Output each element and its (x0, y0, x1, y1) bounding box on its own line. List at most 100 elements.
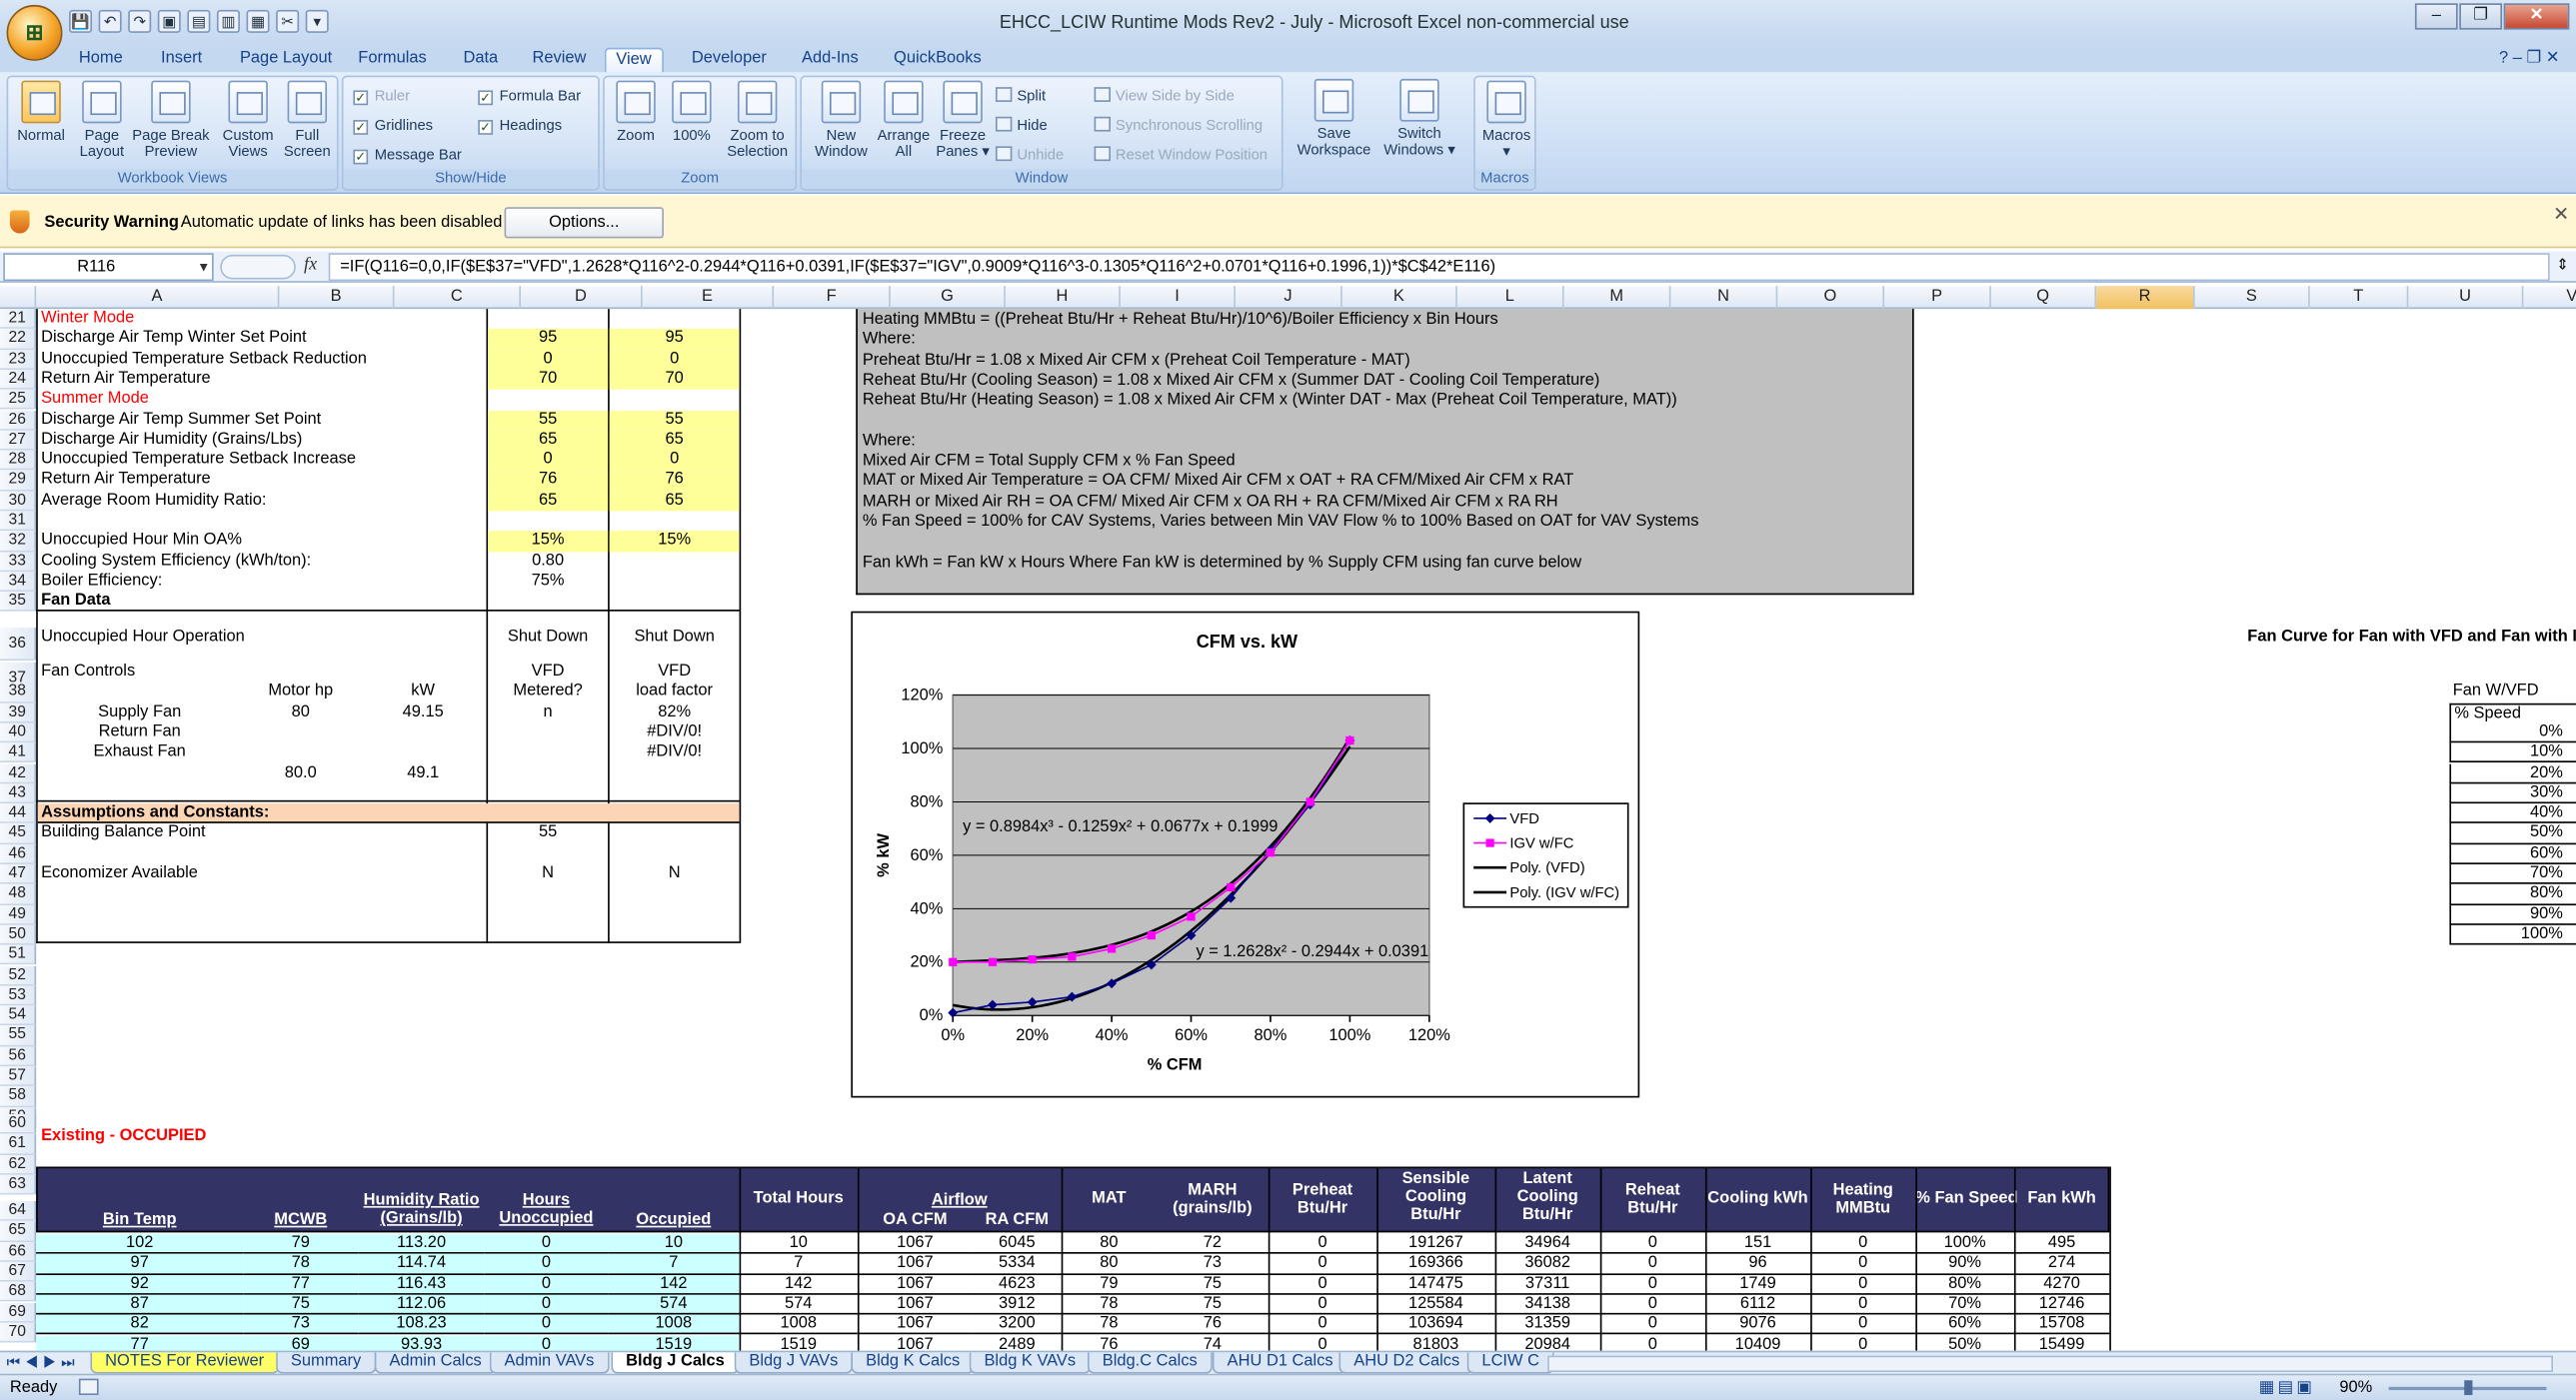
table-cell[interactable]: 7 (608, 1254, 740, 1275)
table-cell[interactable]: 73 (243, 1314, 359, 1336)
table-cell[interactable]: 574 (608, 1294, 740, 1315)
row-header-63[interactable]: 63 (0, 1174, 37, 1195)
table-cell[interactable]: 4623 (972, 1274, 1062, 1295)
cell-e22[interactable]: 95 (609, 329, 740, 350)
qat-icon-8[interactable]: ▾ (305, 9, 329, 33)
office-button[interactable]: ⊞ (6, 4, 63, 61)
table-cell[interactable]: 70% (1915, 1295, 2014, 1315)
cell-d34[interactable]: 75% (488, 572, 608, 592)
column-header-f[interactable]: F (774, 286, 891, 310)
cell-a22[interactable]: Discharge Air Temp Winter Set Point (38, 329, 310, 349)
table-cell[interactable]: 574 (739, 1295, 858, 1315)
table-cell[interactable]: 0 (1268, 1315, 1377, 1336)
cell-e24[interactable]: 70 (609, 369, 740, 391)
cell-b38[interactable]: Motor hp (243, 683, 358, 702)
row-header-31[interactable]: 31 (0, 511, 37, 532)
row-header-46[interactable]: 46 (0, 843, 37, 864)
row-header-28[interactable]: 28 (0, 450, 37, 471)
tab-quickbooks[interactable]: QuickBooks (884, 48, 991, 73)
table-cell[interactable]: 10 (608, 1233, 740, 1255)
cell-a34[interactable]: Boiler Efficiency: (38, 572, 166, 592)
table-cell[interactable]: 76 (1157, 1315, 1269, 1336)
cfm-vs-kw-chart[interactable]: 0% 20% 40% 60% 80% 100% 120% 0% 20% 40% 60% 80% 100%… (851, 611, 1640, 1098)
row-header-36[interactable]: 36 (0, 628, 37, 662)
table-cell[interactable]: 10 (739, 1234, 858, 1255)
qat-icon-6[interactable]: ▦ (246, 9, 270, 33)
row-header-64[interactable]: 64 (0, 1201, 37, 1222)
fan-curve-value[interactable]: 60% (2449, 843, 2576, 864)
table-cell[interactable]: 78 (1061, 1315, 1158, 1336)
table-cell[interactable]: 0 (1810, 1234, 1916, 1255)
cell-a23[interactable]: Unoccupied Temperature Setback Reduction (38, 350, 370, 370)
table-header-hr[interactable]: Humidity Ratio (Grains/lb) (358, 1191, 485, 1227)
table-cell[interactable]: 2489 (973, 1335, 1062, 1351)
cell-a27[interactable]: Discharge Air Humidity (Grains/Lbs) (38, 430, 306, 450)
column-header-s[interactable]: S (2195, 286, 2310, 310)
table-cell[interactable]: 274 (2013, 1254, 2110, 1275)
options-button[interactable]: Options... (504, 207, 664, 239)
cell-c39[interactable]: 49.15 (360, 702, 487, 722)
cell-a30[interactable]: Average Room Humidity Ratio: (38, 491, 270, 511)
table-cell[interactable]: 78 (1061, 1295, 1158, 1315)
table-cell[interactable]: 1008 (739, 1315, 858, 1336)
qat-icon-4[interactable]: ▤ (187, 9, 211, 33)
arrange-all-button[interactable]: Arrange All (874, 80, 933, 160)
cell-e27[interactable]: 65 (609, 430, 740, 451)
column-header-t[interactable]: T (2310, 286, 2409, 310)
cell-a40[interactable]: Return Fan (38, 722, 242, 742)
table-cell[interactable]: 80 (1061, 1234, 1158, 1255)
page-layout-button[interactable]: Page Layout (77, 80, 126, 160)
table-cell[interactable]: 0 (484, 1233, 609, 1255)
table-cell[interactable]: 1067 (857, 1274, 973, 1295)
table-cell[interactable]: 0 (1599, 1315, 1705, 1336)
macros-button[interactable]: Macros ▾ (1478, 80, 1534, 160)
cell-e37[interactable]: VFD (610, 663, 740, 683)
column-header-i[interactable]: I (1121, 286, 1236, 310)
cell-e39[interactable]: 82% (610, 702, 740, 722)
synchronous-scrolling-button[interactable]: Synchronous Scrolling (1094, 115, 1263, 136)
table-header-hmm[interactable]: Heating MMBtu (1810, 1181, 1915, 1217)
cell-d36[interactable]: Shut Down (488, 628, 608, 648)
name-box[interactable]: R116 (3, 253, 214, 282)
row-header-33[interactable]: 33 (0, 551, 37, 573)
table-header-pre[interactable]: Preheat Btu/Hr (1269, 1181, 1376, 1217)
row-header-54[interactable]: 54 (0, 1005, 37, 1026)
column-header-u[interactable]: U (2408, 286, 2524, 310)
table-cell[interactable]: 1067 (857, 1315, 973, 1336)
row-header-38[interactable]: 38 (0, 682, 37, 703)
cell-e29[interactable]: 76 (609, 470, 740, 492)
sheet-tab[interactable]: Bldg J Calcs (611, 1352, 740, 1374)
table-cell[interactable]: 0 (1599, 1234, 1705, 1255)
column-header-p[interactable]: P (1884, 286, 1991, 310)
column-header-c[interactable]: C (394, 286, 521, 310)
cell-e23[interactable]: 0 (609, 349, 740, 370)
table-header-reh[interactable]: Reheat Btu/Hr (1600, 1181, 1705, 1217)
full-screen-button[interactable]: Full Screen (281, 80, 334, 160)
sheet-tab[interactable]: NOTES For Reviewer (90, 1352, 279, 1374)
column-header-r[interactable]: R (2096, 286, 2195, 310)
row-header-58[interactable]: 58 (0, 1086, 37, 1107)
column-header-b[interactable]: B (279, 286, 395, 310)
row-header-66[interactable]: 66 (0, 1241, 37, 1262)
cell-e28[interactable]: 0 (609, 450, 740, 471)
column-header-v[interactable]: V (2523, 286, 2576, 309)
row-header-24[interactable]: 24 (0, 369, 37, 391)
cell-d38[interactable]: Metered? (488, 683, 608, 702)
row-header-60[interactable]: 60 (0, 1113, 37, 1135)
row-header-26[interactable]: 26 (0, 410, 37, 431)
table-header-sen[interactable]: Sensible Cooling Btu/Hr (1376, 1170, 1494, 1224)
cell-d39[interactable]: n (488, 702, 608, 722)
column-header-n[interactable]: N (1670, 286, 1778, 310)
view-buttons-icon[interactable]: ▦▤▣ (2259, 1379, 2315, 1397)
cell-a47[interactable]: Economizer Available (38, 864, 201, 884)
row-header-29[interactable]: 29 (0, 470, 37, 492)
cell-a37[interactable]: Fan Controls (38, 663, 139, 683)
row-header-65[interactable]: 65 (0, 1221, 37, 1242)
fan-curve-value[interactable]: 30% (2449, 783, 2576, 804)
cell-e40[interactable]: #DIV/0! (610, 722, 740, 742)
sheet-tab[interactable]: Admin VAVs (489, 1352, 610, 1374)
table-cell[interactable]: 79 (243, 1233, 359, 1255)
table-cell[interactable]: 0 (484, 1314, 609, 1336)
table-cell[interactable]: 0 (1810, 1274, 1916, 1295)
table-cell[interactable]: 112.06 (358, 1294, 485, 1315)
